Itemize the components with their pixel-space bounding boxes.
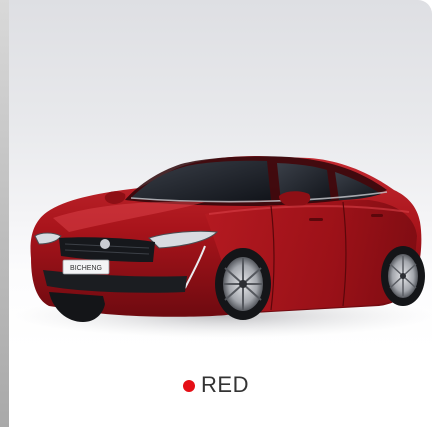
car-photo-panel: BICHENG (9, 0, 432, 350)
color-option[interactable]: RED (0, 368, 432, 402)
car-color-card[interactable]: BICHENG RED (0, 0, 432, 427)
left-edge-strip (0, 0, 9, 427)
color-swatch-dot (183, 380, 196, 392)
rear-wheel-hub (400, 273, 406, 279)
door-handle-front (309, 218, 323, 221)
car-windshield (131, 160, 271, 202)
color-label: RED (201, 372, 249, 397)
door-handle-rear (371, 214, 383, 217)
brand-badge (100, 239, 110, 249)
front-wheel-hub (239, 280, 247, 288)
car-photo: BICHENG (14, 156, 432, 338)
plate-text: BICHENG (70, 265, 102, 272)
